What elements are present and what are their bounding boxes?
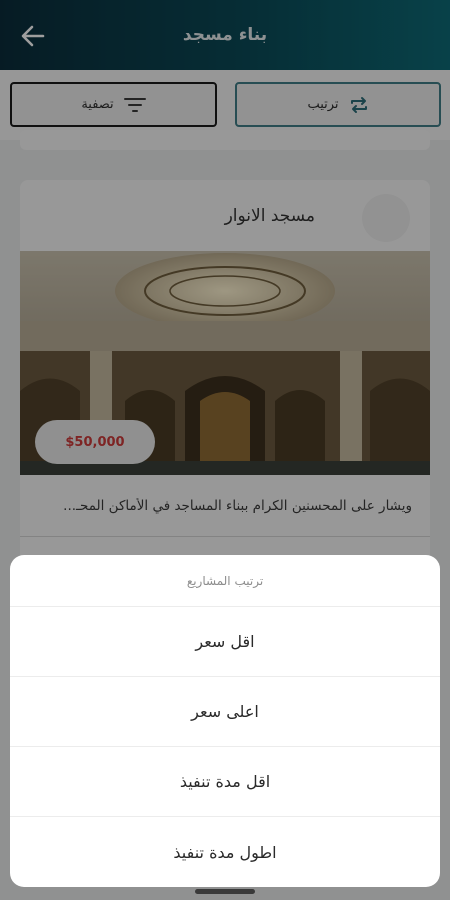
sort-option-lowest-price[interactable]: اقل سعر xyxy=(10,607,440,677)
sheet-title: ترتيب المشاريع xyxy=(10,555,440,607)
home-indicator xyxy=(195,889,255,894)
sort-option-shortest-duration[interactable]: اقل مدة تنفيذ xyxy=(10,747,440,817)
sort-option-highest-price[interactable]: اعلى سعر xyxy=(10,677,440,747)
sort-bottom-sheet: ترتيب المشاريع اقل سعر اعلى سعر اقل مدة … xyxy=(10,555,440,887)
sort-option-longest-duration[interactable]: اطول مدة تنفيذ xyxy=(10,817,440,887)
